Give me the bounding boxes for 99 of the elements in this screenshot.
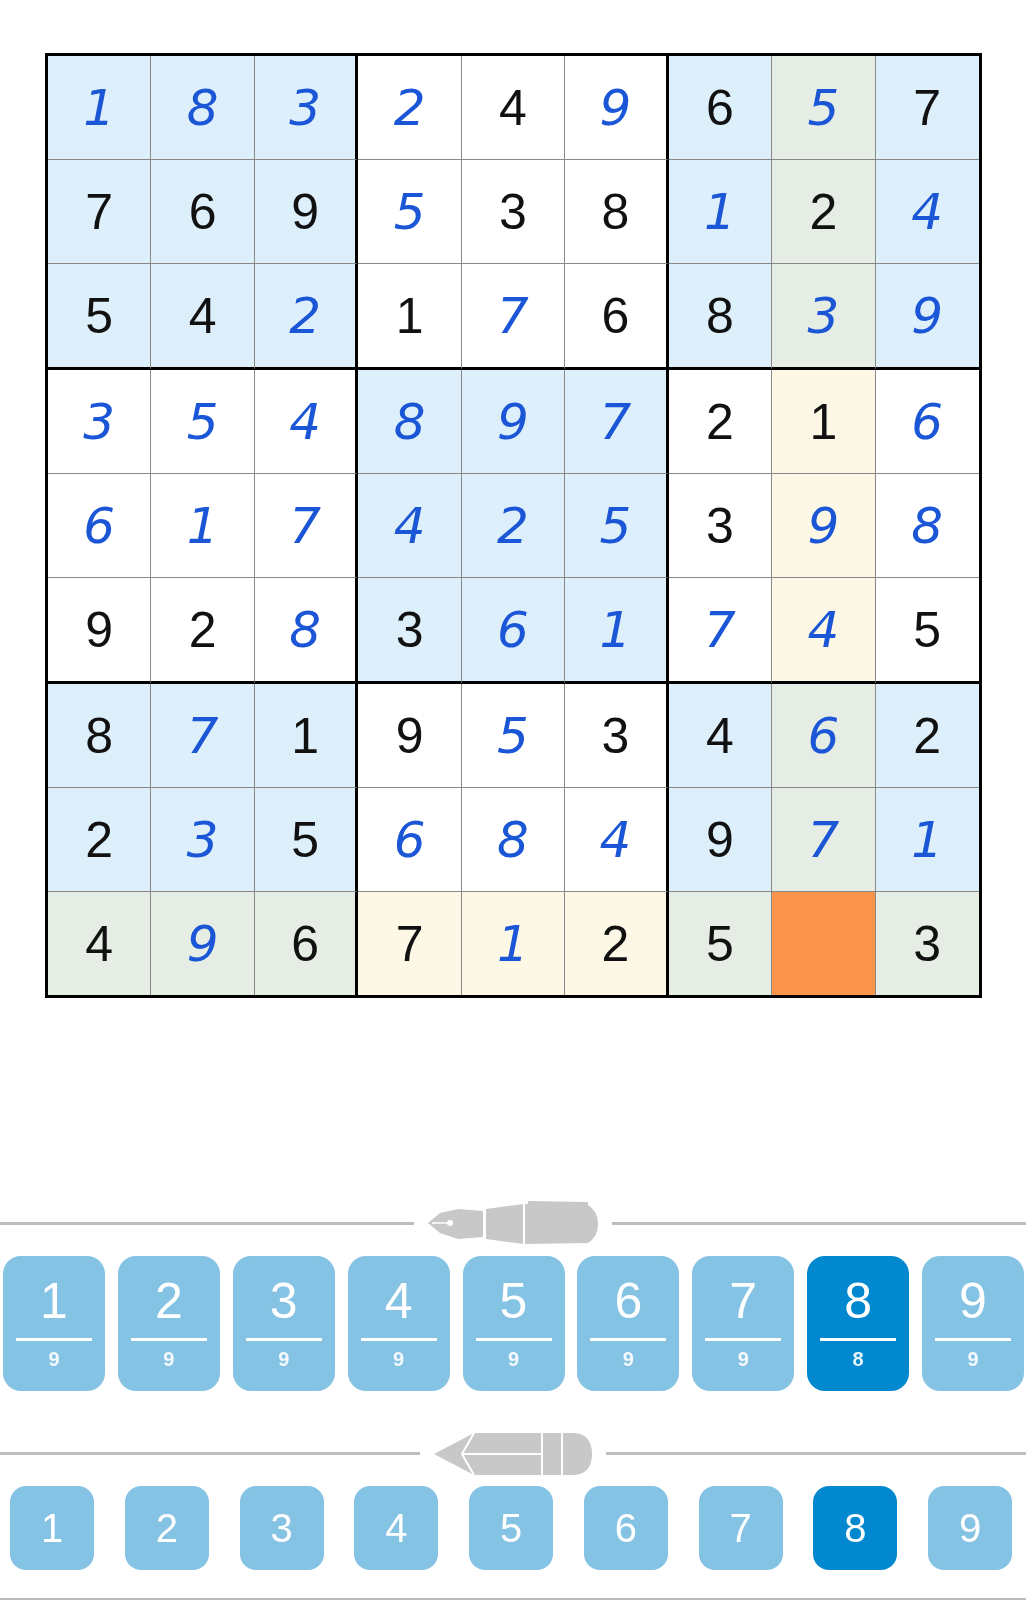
grid-cell[interactable]: 4: [668, 684, 773, 788]
pen-icon: [428, 1200, 598, 1247]
grid-cell[interactable]: 9: [875, 264, 979, 370]
grid-cell[interactable]: 7: [461, 264, 566, 370]
grid-cell[interactable]: 1: [461, 892, 566, 995]
remaining-count: 9: [48, 1347, 60, 1371]
grid-cell[interactable]: 8: [565, 160, 669, 264]
grid-cell[interactable]: 4: [875, 160, 979, 264]
grid-cell[interactable]: 5: [668, 892, 773, 995]
grid-cell[interactable]: 5: [48, 264, 152, 370]
grid-cell[interactable]: 2: [668, 370, 773, 474]
grid-cell[interactable]: 8: [254, 578, 359, 684]
grid-cell[interactable]: 3: [772, 264, 876, 370]
digit-label: 9: [935, 1275, 1011, 1341]
remaining-count: 9: [163, 1347, 175, 1371]
pencil-icon: [434, 1430, 592, 1477]
grid-cell[interactable]: 9: [772, 474, 876, 578]
digit-label: 6: [590, 1275, 667, 1341]
grid-cell[interactable]: 1: [668, 160, 773, 264]
grid-cell[interactable]: 9: [254, 160, 359, 264]
grid-cell[interactable]: 9: [668, 788, 773, 892]
grid-cell[interactable]: 5: [358, 160, 462, 264]
number-button[interactable]: 8 8: [807, 1255, 910, 1391]
grid-cell[interactable]: 9: [151, 892, 255, 995]
digit-label: 3: [245, 1275, 322, 1341]
grid-cell[interactable]: 4: [461, 56, 566, 160]
remaining-count: 9: [393, 1347, 405, 1371]
grid-cell[interactable]: 9: [565, 56, 669, 160]
digit-label: 5: [475, 1275, 552, 1341]
grid-cell[interactable]: 4: [254, 370, 359, 474]
grid-cell[interactable]: 8: [461, 788, 566, 892]
grid-cell[interactable]: 8: [358, 370, 462, 474]
grid-cell[interactable]: 2: [254, 264, 359, 370]
grid-cell[interactable]: 6: [461, 578, 566, 684]
grid-cell[interactable]: 2: [565, 892, 669, 995]
grid-cell[interactable]: 3: [565, 684, 669, 788]
grid-cell[interactable]: 4: [48, 892, 152, 995]
grid-cell[interactable]: 6: [254, 892, 359, 995]
remaining-count: 9: [622, 1347, 634, 1371]
grid-cell[interactable]: 7: [151, 684, 255, 788]
grid-cell[interactable]: 1: [358, 264, 462, 370]
grid-cell[interactable]: 8: [668, 264, 773, 370]
grid-cell[interactable]: 8: [151, 56, 255, 160]
grid-cell[interactable]: 6: [772, 684, 876, 788]
grid-cell[interactable]: 1: [565, 578, 669, 684]
grid-cell[interactable]: 3: [358, 578, 462, 684]
grid-cell[interactable]: 1: [48, 56, 152, 160]
grid-cell[interactable]: 1: [254, 684, 359, 788]
grid-cell[interactable]: 3: [151, 788, 255, 892]
grid-cell[interactable]: 6: [151, 160, 255, 264]
grid-cell[interactable]: 8: [48, 684, 152, 788]
grid-cell[interactable]: 5: [151, 370, 255, 474]
digit-label: 1: [16, 1275, 92, 1341]
grid-cell[interactable]: 2: [358, 56, 462, 160]
grid-cell[interactable]: 9: [358, 684, 462, 788]
grid-cell[interactable]: 1: [875, 788, 979, 892]
grid-cell[interactable]: 5: [254, 788, 359, 892]
grid-cell[interactable]: 3: [875, 892, 979, 995]
grid-cell[interactable]: 6: [668, 56, 773, 160]
grid-cell[interactable]: 3: [48, 370, 152, 474]
digit-label: 8: [820, 1275, 897, 1341]
grid-cell[interactable]: 2: [461, 474, 566, 578]
grid-cell[interactable]: 9: [48, 578, 152, 684]
grid-cell[interactable]: 7: [565, 370, 669, 474]
grid-cell[interactable]: 4: [358, 474, 462, 578]
grid-cell[interactable]: 3: [668, 474, 773, 578]
grid-cell[interactable]: 1: [772, 370, 876, 474]
grid-cell[interactable]: 7: [358, 892, 462, 995]
grid-cell[interactable]: 7: [875, 56, 979, 160]
grid-cell[interactable]: 2: [772, 160, 876, 264]
grid-cell[interactable]: 3: [461, 160, 566, 264]
remaining-count: 9: [278, 1347, 290, 1371]
remaining-count: 9: [507, 1347, 520, 1371]
grid-cell[interactable]: 7: [772, 788, 876, 892]
grid-cell[interactable]: 6: [358, 788, 462, 892]
remaining-count: 8: [852, 1347, 864, 1371]
grid-cell[interactable]: 5: [461, 684, 566, 788]
grid-cell[interactable]: 2: [151, 578, 255, 684]
grid-cell[interactable]: 7: [254, 474, 359, 578]
grid-cell[interactable]: 5: [565, 474, 669, 578]
grid-cell[interactable]: 4: [772, 578, 876, 684]
grid-cell[interactable]: 3: [254, 56, 359, 160]
grid-cell[interactable]: 6: [48, 474, 152, 578]
grid-cell[interactable]: 5: [772, 56, 876, 160]
digit-label: 7: [705, 1275, 782, 1341]
grid-cell[interactable]: 9: [461, 370, 566, 474]
grid-cell[interactable]: 7: [668, 578, 773, 684]
grid-cell[interactable]: 1: [151, 474, 255, 578]
grid-cell[interactable]: 2: [48, 788, 152, 892]
remaining-count: 9: [967, 1347, 979, 1371]
digit-label: 4: [360, 1275, 437, 1341]
remaining-count: 9: [737, 1347, 749, 1371]
note-button[interactable]: 8: [813, 1486, 898, 1571]
digit-label: 2: [130, 1275, 207, 1341]
grid-cell[interactable]: 2: [875, 684, 979, 788]
grid-cell[interactable]: 4: [565, 788, 669, 892]
grid-cell[interactable]: 7: [48, 160, 152, 264]
grid-cell[interactable]: 4: [151, 264, 255, 370]
grid-cell[interactable]: 6: [565, 264, 669, 370]
